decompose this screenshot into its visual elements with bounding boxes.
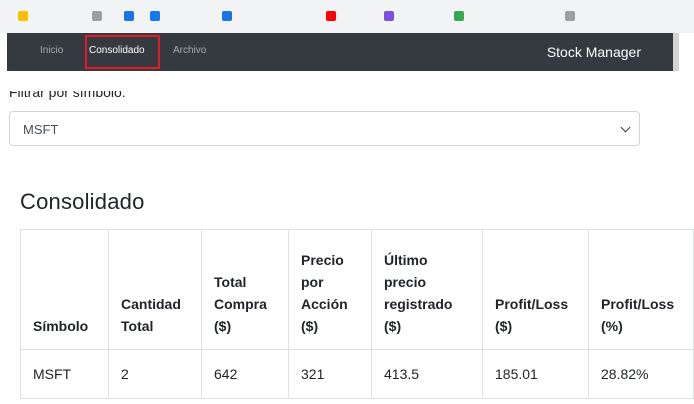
bookmark-item[interactable] <box>565 10 575 22</box>
bookmark-item[interactable] <box>454 10 464 22</box>
nav-link-archivo[interactable]: Archivo <box>173 45 206 56</box>
cell-ultimo-precio: 413.5 <box>371 349 483 399</box>
header-line: Total <box>121 318 154 334</box>
header-line: precio <box>384 274 427 290</box>
symbol-select-value: MSFT <box>23 122 59 137</box>
navbar-brand[interactable]: Stock Manager <box>547 44 641 60</box>
table-header-row: Símbolo Cantidad Total Total Compra ($) Pre… <box>20 229 694 350</box>
cell-cantidad: 2 <box>108 349 202 399</box>
highlight-annotation <box>85 35 160 69</box>
bookmark-item[interactable] <box>18 10 28 22</box>
cell-simbolo: MSFT <box>20 349 109 399</box>
bookmark-item[interactable] <box>222 10 232 22</box>
bookmark-item[interactable] <box>92 10 102 22</box>
nav-link-inicio[interactable]: Inicio <box>40 45 63 56</box>
consolidated-table: Símbolo Cantidad Total Total Compra ($) Pre… <box>20 229 694 399</box>
header-line: Total <box>214 274 247 290</box>
youtube-icon <box>326 11 336 21</box>
cell-profit-loss-usd: 185.01 <box>482 349 589 399</box>
header-line: ($) <box>495 318 513 334</box>
header-line: Precio <box>301 252 344 268</box>
cell-precio-accion: 321 <box>288 349 372 399</box>
gmail-icon <box>454 11 464 21</box>
header-line: (%) <box>601 318 623 334</box>
folder-icon <box>565 11 575 21</box>
bookmark-item[interactable] <box>326 10 336 22</box>
header-line: Símbolo <box>33 318 89 334</box>
symbol-select[interactable]: MSFT <box>9 111 640 146</box>
crop-mask <box>0 71 694 91</box>
col-header-total-compra: Total Compra ($) <box>201 229 289 350</box>
header-line: Profit/Loss <box>601 296 675 312</box>
grid-icon <box>92 11 102 21</box>
bookmarks-bar <box>0 0 694 33</box>
header-line: Último <box>384 252 428 268</box>
header-line: por <box>301 274 324 290</box>
mail-icon <box>222 11 232 21</box>
bookmark-item[interactable] <box>150 10 160 22</box>
cell-profit-loss-pct: 28.82% <box>588 349 694 399</box>
cell-total-compra: 642 <box>201 349 289 399</box>
col-header-simbolo: Símbolo <box>20 229 109 350</box>
table-row: MSFT 2 642 321 413.5 185.01 28.82% <box>20 349 694 399</box>
page-title: Consolidado <box>20 189 145 214</box>
header-line: Compra <box>214 296 267 312</box>
header-line: Cantidad <box>121 296 181 312</box>
header-line: ($) <box>214 318 232 334</box>
col-header-precio-accion: Precio por Acción ($) <box>288 229 372 350</box>
header-line: Profit/Loss <box>495 296 569 312</box>
bookmark-item[interactable] <box>124 10 134 22</box>
col-header-profit-loss-pct: Profit/Loss (%) <box>588 229 694 350</box>
col-header-cantidad: Cantidad Total <box>108 229 202 350</box>
header-line: ($) <box>384 318 402 334</box>
col-header-profit-loss-usd: Profit/Loss ($) <box>482 229 589 350</box>
header-line: ($) <box>301 318 319 334</box>
k-icon <box>124 11 134 21</box>
apps-icon <box>18 11 28 21</box>
header-line: Acción <box>301 296 348 312</box>
chevron-down-icon <box>620 122 631 133</box>
messenger-icon <box>384 11 394 21</box>
bookmark-item[interactable] <box>384 10 394 22</box>
header-line: registrado <box>384 296 453 312</box>
facebook-icon <box>150 11 160 21</box>
scrollbar-edge <box>673 33 679 71</box>
col-header-ultimo-precio: Último precio registrado ($) <box>371 229 483 350</box>
